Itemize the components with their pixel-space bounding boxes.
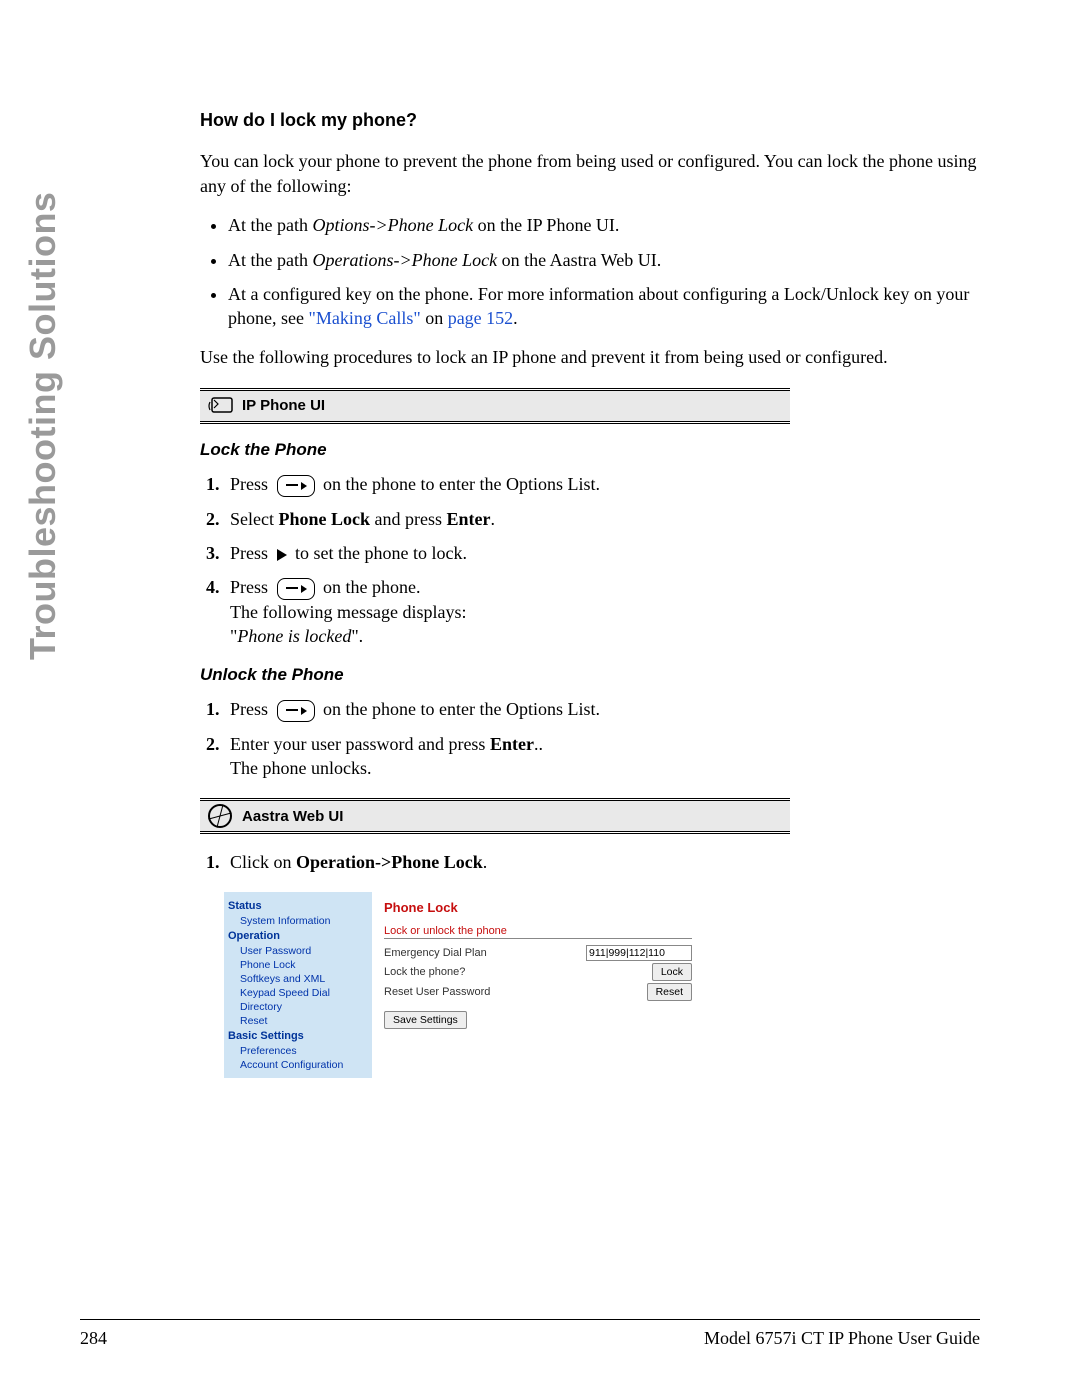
unlock-steps: Press on the phone to enter the Options …: [200, 697, 980, 780]
nav-group-basic-settings: Basic Settings: [228, 1030, 368, 1042]
emergency-dial-plan-input[interactable]: [586, 945, 692, 961]
aastra-web-ui-label: Aastra Web UI: [242, 808, 343, 825]
nav-keypad-speed-dial[interactable]: Keypad Speed Dial: [228, 986, 368, 1000]
nav-user-password[interactable]: User Password: [228, 944, 368, 958]
list-item: At a configured key on the phone. For mo…: [228, 282, 980, 331]
webui-screenshot: Status System Information Operation User…: [224, 892, 704, 1078]
options-button-icon: [277, 475, 315, 497]
options-button-icon: [277, 578, 315, 600]
step-item: Select Phone Lock and press Enter.: [224, 507, 980, 531]
phone-ui-icon: [208, 396, 242, 416]
page-number: 284: [80, 1328, 107, 1349]
step-item: Click on Operation->Phone Lock.: [224, 850, 980, 874]
ip-phone-ui-header: IP Phone UI: [200, 388, 790, 424]
right-arrow-icon: [277, 549, 287, 561]
step-item: Press on the phone. The following messag…: [224, 575, 980, 648]
intro2-paragraph: Use the following procedures to lock an …: [200, 345, 980, 370]
list-item: At the path Options->Phone Lock on the I…: [228, 213, 980, 237]
nav-account-configuration[interactable]: Account Configuration: [228, 1058, 368, 1072]
step-item: Press on the phone to enter the Options …: [224, 697, 980, 722]
lock-phone-heading: Lock the Phone: [200, 440, 980, 460]
crossref-link[interactable]: "Making Calls": [308, 308, 420, 328]
intro-paragraph: You can lock your phone to prevent the p…: [200, 149, 980, 199]
nav-directory[interactable]: Directory: [228, 1000, 368, 1014]
aastra-web-ui-header: Aastra Web UI: [200, 798, 790, 834]
panel-title: Phone Lock: [384, 900, 692, 915]
method-list: At the path Options->Phone Lock on the I…: [200, 213, 980, 330]
emergency-dial-plan-label: Emergency Dial Plan: [384, 947, 586, 959]
crossref-link[interactable]: page 152: [448, 308, 513, 328]
reset-user-password-label: Reset User Password: [384, 986, 647, 998]
save-settings-button[interactable]: Save Settings: [384, 1011, 467, 1029]
guide-title: Model 6757i CT IP Phone User Guide: [704, 1328, 980, 1349]
ip-phone-ui-label: IP Phone UI: [242, 397, 325, 414]
panel-subtitle: Lock or unlock the phone: [384, 925, 692, 939]
nav-group-status: Status: [228, 900, 368, 912]
options-button-icon: [277, 700, 315, 722]
webui-nav: Status System Information Operation User…: [224, 892, 372, 1078]
nav-preferences[interactable]: Preferences: [228, 1044, 368, 1058]
lock-steps: Press on the phone to enter the Options …: [200, 472, 980, 649]
lock-button[interactable]: Lock: [652, 963, 692, 981]
unlock-phone-heading: Unlock the Phone: [200, 665, 980, 685]
step-item: Press to set the phone to lock.: [224, 541, 980, 565]
nav-reset[interactable]: Reset: [228, 1014, 368, 1028]
webui-panel: Phone Lock Lock or unlock the phone Emer…: [372, 892, 704, 1078]
step-item: Press on the phone to enter the Options …: [224, 472, 980, 497]
globe-icon: [208, 804, 232, 828]
list-item: At the path Operations->Phone Lock on th…: [228, 248, 980, 272]
nav-group-operation: Operation: [228, 930, 368, 942]
nav-phone-lock[interactable]: Phone Lock: [228, 958, 368, 972]
nav-system-information[interactable]: System Information: [228, 914, 368, 928]
section-title-vertical: Troubleshooting Solutions: [22, 192, 64, 660]
reset-button[interactable]: Reset: [647, 983, 692, 1001]
webui-steps: Click on Operation->Phone Lock.: [200, 850, 980, 874]
page-footer: 284 Model 6757i CT IP Phone User Guide: [80, 1319, 980, 1349]
question-heading: How do I lock my phone?: [200, 110, 980, 131]
step-item: Enter your user password and press Enter…: [224, 732, 980, 781]
lock-the-phone-label: Lock the phone?: [384, 966, 652, 978]
nav-softkeys-xml[interactable]: Softkeys and XML: [228, 972, 368, 986]
